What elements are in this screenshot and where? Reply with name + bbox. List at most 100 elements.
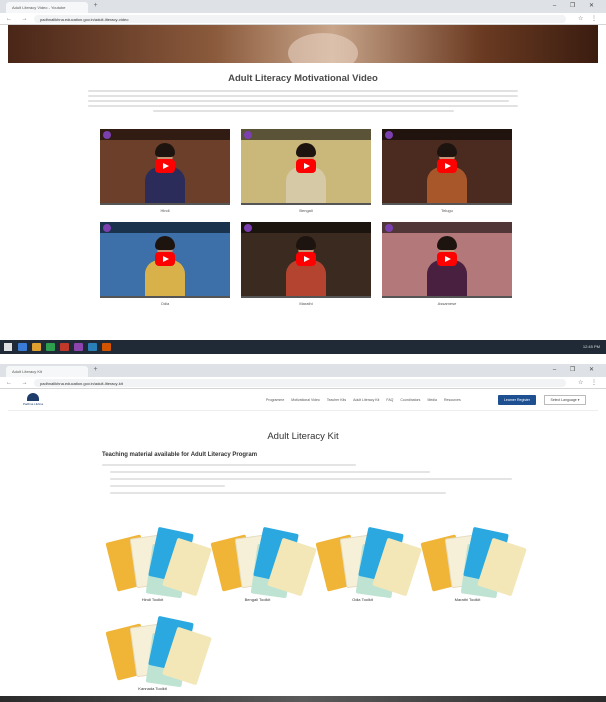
taskbar-clock[interactable]: 12:45 PM — [583, 344, 600, 349]
toolkit-booklets-image[interactable] — [104, 613, 212, 688]
speaker-image — [427, 143, 467, 205]
taskbar-app-icon[interactable] — [18, 343, 27, 351]
video-title-bar — [382, 129, 512, 140]
toolkit-card[interactable]: Marathi Toolkit — [415, 524, 527, 603]
speaker-image — [427, 236, 467, 298]
new-tab-button[interactable]: + — [92, 366, 99, 374]
speaker-hair — [155, 143, 175, 157]
window-controls[interactable]: – ❐ ✕ — [553, 2, 600, 9]
video-progress-bar — [241, 203, 371, 205]
channel-avatar-icon — [103, 224, 111, 232]
video-card[interactable]: Assamese — [382, 222, 512, 307]
channel-avatar-icon — [385, 131, 393, 139]
video-page: Adult Literacy Motivational Video Hindi B… — [8, 25, 598, 335]
nav-menu-item[interactable]: FAQ — [386, 398, 393, 402]
browser-tab-bar: Adult Literacy Video - Youtube + – ❐ ✕ — [0, 0, 606, 13]
toolkit-card[interactable]: Odia Toolkit — [310, 524, 422, 603]
language-select[interactable]: Select Language ▾ — [544, 395, 586, 405]
browser-address-bar: ← → ⟳ padhnalikhna.education.gov.in/adul… — [0, 13, 606, 25]
toolkit-card[interactable]: Kannada Toolkit — [100, 613, 212, 692]
toolkit-booklets-image[interactable] — [314, 524, 422, 599]
toolkit-label[interactable]: Hindi Toolkit — [142, 597, 164, 603]
nav-menu-item[interactable]: Programme — [266, 398, 284, 402]
taskbar-app-icon[interactable] — [46, 343, 55, 351]
section-subtitle: Teaching material available for Adult Li… — [102, 452, 258, 458]
channel-avatar-icon — [244, 224, 252, 232]
video-language-label: Bengali — [299, 208, 313, 213]
taskbar-app-icon[interactable] — [60, 343, 69, 351]
toolkit-card[interactable]: Bengali Toolkit — [205, 524, 317, 603]
toolkit-label[interactable]: Marathi Toolkit — [455, 597, 481, 603]
page-title: Adult Literacy Motivational Video — [228, 73, 378, 84]
speaker-hair — [155, 236, 175, 250]
toolkit-booklets-image[interactable] — [419, 524, 527, 599]
taskbar-app-icon[interactable] — [32, 343, 41, 351]
new-tab-button[interactable]: + — [92, 2, 99, 10]
video-card[interactable]: Hindi — [100, 129, 230, 214]
nav-menu-item[interactable]: Teacher Kits — [327, 398, 346, 402]
emblem-icon — [27, 393, 39, 401]
toolkit-card[interactable]: Hindi Toolkit — [100, 524, 212, 603]
windows-taskbar: 12:45 PM — [0, 340, 606, 354]
video-progress-bar — [382, 296, 512, 298]
video-card[interactable]: Bengali — [241, 129, 371, 214]
toolkit-label[interactable]: Odia Toolkit — [352, 597, 373, 603]
speaker-image — [286, 236, 326, 298]
kit-page: Padhna Likhna Programme Motivational Vide… — [8, 389, 598, 692]
video-language-label: Odia — [160, 301, 170, 306]
instructions-text — [102, 464, 512, 499]
video-title-bar — [382, 222, 512, 233]
video-card[interactable]: Marathi — [241, 222, 371, 307]
video-progress-bar — [100, 296, 230, 298]
toolkit-booklets-image[interactable] — [209, 524, 317, 599]
browser-extension-icons[interactable]: ☆ ⋮ — [578, 15, 600, 22]
video-thumbnail[interactable] — [241, 222, 371, 298]
video-title-bar — [100, 222, 230, 233]
nav-menu-item[interactable]: Motivational Video — [291, 398, 320, 402]
toolkit-label[interactable]: Bengali Toolkit — [245, 597, 271, 603]
video-thumbnail[interactable] — [241, 129, 371, 205]
video-language-label: Telugu — [441, 208, 453, 213]
browser-tab[interactable]: Adult Literacy Kit — [6, 366, 88, 377]
video-thumbnail[interactable] — [100, 129, 230, 205]
video-card[interactable]: Telugu — [382, 129, 512, 214]
speaker-hair — [296, 143, 316, 157]
taskbar-app-icon[interactable] — [74, 343, 83, 351]
taskbar-app-icon[interactable] — [88, 343, 97, 351]
main-menu: Programme Motivational Video Teacher Kits A… — [266, 398, 461, 402]
window-controls[interactable]: – ❐ ✕ — [553, 366, 600, 373]
video-card[interactable]: Odia — [100, 222, 230, 307]
video-thumbnail[interactable] — [100, 222, 230, 298]
nav-menu-item[interactable]: Media — [427, 398, 437, 402]
nav-menu-item[interactable]: Resources — [444, 398, 461, 402]
play-icon[interactable] — [155, 159, 175, 173]
play-icon[interactable] — [437, 252, 457, 266]
learner-register-button[interactable]: Learner Register — [498, 395, 536, 405]
play-icon[interactable] — [155, 252, 175, 266]
browser-extension-icons[interactable]: ☆ ⋮ — [578, 379, 600, 386]
nav-menu-item[interactable]: Coordinators — [400, 398, 420, 402]
taskbar-app-icon[interactable] — [102, 343, 111, 351]
video-thumbnail[interactable] — [382, 129, 512, 205]
play-icon[interactable] — [296, 252, 316, 266]
speaker-hair — [437, 236, 457, 250]
video-thumbnail[interactable] — [382, 222, 512, 298]
windows-start-icon[interactable] — [4, 343, 12, 351]
channel-avatar-icon — [385, 224, 393, 232]
site-logo[interactable]: Padhna Likhna — [22, 393, 44, 409]
toolkit-label[interactable]: Kannada Toolkit — [138, 686, 166, 692]
video-title-bar — [241, 129, 371, 140]
taskbar-apps — [18, 343, 111, 351]
page-title: Adult Literacy Kit — [267, 431, 339, 442]
toolkit-booklets-image[interactable] — [104, 524, 212, 599]
play-icon[interactable] — [296, 159, 316, 173]
browser-tab[interactable]: Adult Literacy Video - Youtube — [6, 2, 88, 13]
hero-banner-image — [8, 25, 598, 63]
browser-address-bar: ← → ⟳ padhnalikhna.education.gov.in/adul… — [0, 377, 606, 389]
url-input[interactable]: padhnalikhna.education.gov.in/adult-lite… — [34, 15, 566, 23]
speaker-hair — [437, 143, 457, 157]
url-input[interactable]: padhnalikhna.education.gov.in/adult-lite… — [34, 379, 566, 387]
nav-menu-item[interactable]: Adult Literacy Kit — [353, 398, 379, 402]
browser-tab-bar: Adult Literacy Kit + – ❐ ✕ — [0, 364, 606, 377]
play-icon[interactable] — [437, 159, 457, 173]
